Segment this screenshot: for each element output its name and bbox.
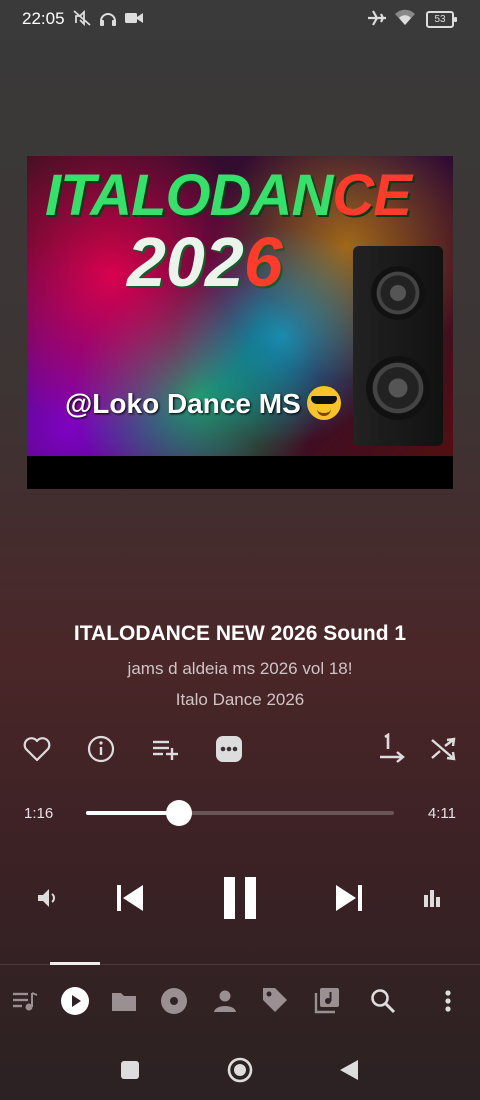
- song-title: ITALODANCE NEW 2026 Sound 1: [73, 622, 407, 645]
- sunglasses-emoji-icon: [306, 385, 341, 420]
- album-icon[interactable]: [159, 986, 189, 1016]
- tag-icon[interactable]: [259, 984, 291, 1016]
- repeat-one-icon[interactable]: [376, 732, 408, 764]
- total-time: 4:11: [427, 805, 456, 822]
- song-artist[interactable]: Italo Dance 2026: [0, 690, 480, 710]
- playlist-icon[interactable]: [311, 984, 343, 1016]
- more-icon[interactable]: [214, 734, 244, 764]
- heart-icon[interactable]: [22, 734, 52, 764]
- recents-icon[interactable]: [118, 1058, 142, 1082]
- current-time: 1:16: [24, 805, 54, 822]
- overflow-icon[interactable]: [434, 986, 462, 1016]
- artist-icon[interactable]: [210, 986, 240, 1016]
- album-art: ITALODANCE 2026 @Loko Dance MS: [27, 156, 453, 489]
- search-icon[interactable]: [368, 986, 398, 1016]
- wifi-icon: [394, 9, 415, 27]
- airplane-icon: [366, 9, 386, 27]
- add-to-playlist-icon[interactable]: [150, 734, 180, 764]
- album-art-year-part: 6: [243, 223, 283, 301]
- speaker-cone: [371, 266, 425, 320]
- album-art-title-part: CE: [332, 163, 412, 228]
- previous-icon[interactable]: [112, 880, 148, 916]
- info-icon[interactable]: [86, 734, 116, 764]
- headphones-icon: [98, 9, 118, 27]
- next-icon[interactable]: [331, 880, 367, 916]
- speaker-graphic: [353, 246, 443, 446]
- home-icon[interactable]: [226, 1056, 254, 1084]
- album-art-year-part: 202: [127, 223, 244, 301]
- video-camera-icon: [124, 9, 144, 27]
- now-playing-icon[interactable]: [58, 984, 92, 1018]
- queue-icon[interactable]: [10, 986, 40, 1016]
- mute-off-icon: [72, 9, 92, 27]
- album-art-title-part: ITALODAN: [45, 163, 333, 228]
- volume-icon[interactable]: [34, 884, 62, 912]
- status-time: 22:05: [22, 9, 65, 28]
- album-art-title: ITALODANCE: [45, 162, 412, 229]
- equalizer-icon[interactable]: [418, 884, 446, 912]
- nav-active-indicator: [50, 962, 100, 965]
- album-art-handle-text: @Loko Dance MS: [65, 388, 301, 419]
- album-art-handle: @Loko Dance MS: [65, 385, 341, 423]
- shuffle-icon[interactable]: [428, 734, 458, 764]
- speaker-cone: [366, 356, 430, 420]
- album-art-year: 2026: [127, 222, 283, 302]
- status-bar: 22:05 53: [0, 0, 480, 36]
- battery-icon: 53: [426, 11, 457, 28]
- pause-icon[interactable]: [216, 874, 264, 922]
- back-icon[interactable]: [336, 1057, 362, 1083]
- seek-bar-thumb[interactable]: [166, 800, 192, 826]
- song-album[interactable]: jams d aldeia ms 2026 vol 18!: [0, 659, 480, 679]
- system-nav-bar: [0, 1040, 480, 1100]
- folder-icon[interactable]: [108, 986, 140, 1016]
